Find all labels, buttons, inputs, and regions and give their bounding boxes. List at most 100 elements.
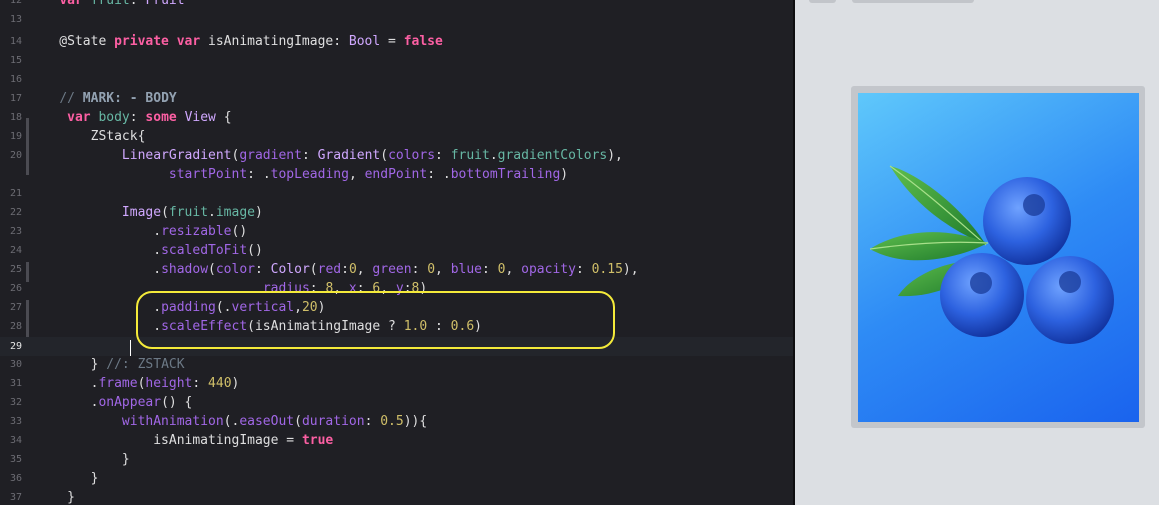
code-token: :: [411, 262, 428, 277]
code-line[interactable]: 36 }: [0, 469, 793, 488]
code-token: endPoint: [364, 167, 428, 182]
code-token: MARK: - BODY: [82, 91, 177, 106]
code-text[interactable]: ZStack{: [28, 127, 146, 146]
code-token: :: [435, 148, 451, 163]
code-text[interactable]: Image(fruit.image): [28, 203, 263, 222]
code-token: body: [98, 110, 130, 125]
code-token: 0.5: [380, 414, 404, 429]
code-text[interactable]: var body: some View {: [28, 108, 232, 127]
code-line[interactable]: 34 isAnimatingImage = true: [0, 431, 793, 450]
code-line[interactable]: 13: [0, 10, 793, 29]
code-text[interactable]: .onAppear() {: [28, 393, 193, 412]
code-line[interactable]: 32 .onAppear() {: [0, 393, 793, 412]
code-token: :: [192, 376, 209, 391]
code-text[interactable]: @State private var isAnimatingImage: Boo…: [28, 32, 443, 51]
code-token: fruit: [168, 205, 209, 220]
code-line[interactable]: 21: [0, 184, 793, 203]
code-token: isAnimatingImage:: [200, 34, 349, 49]
code-token: .: [28, 262, 162, 277]
code-token: Color: [270, 262, 310, 277]
code-editor[interactable]: 12 var fruit: Fruit 13 14 @State private v…: [0, 0, 793, 505]
code-token: image: [215, 205, 255, 220]
code-token: {: [215, 110, 232, 125]
toolbar-button[interactable]: [809, 0, 836, 3]
code-text[interactable]: LinearGradient(gradient: Gradient(colors…: [28, 146, 623, 165]
code-line[interactable]: 25 .shadow(color: Color(red:0, green: 0,…: [0, 260, 793, 279]
code-token: @State: [28, 34, 115, 49]
code-token: .: [208, 205, 216, 220]
code-line[interactable]: startPoint: .topLeading, endPoint: .bott…: [0, 165, 793, 184]
code-text[interactable]: isAnimatingImage = true: [28, 431, 333, 450]
code-text[interactable]: .frame(height: 440): [28, 374, 240, 393]
code-token: ): [560, 167, 569, 182]
code-token: (): [247, 243, 263, 258]
code-line[interactable]: 18 var body: some View {: [0, 108, 793, 127]
code-line[interactable]: 37 }: [0, 488, 793, 505]
code-text[interactable]: .resizable(): [28, 222, 247, 241]
gradient-background: [858, 93, 1139, 422]
code-text[interactable]: }: [28, 450, 130, 469]
code-line[interactable]: 14 @State private var isAnimatingImage: …: [0, 32, 793, 51]
berry-icon: [983, 177, 1071, 265]
code-line[interactable]: 24 .scaledToFit(): [0, 241, 793, 260]
code-line[interactable]: 35 }: [0, 450, 793, 469]
code-token: var: [59, 0, 83, 8]
code-token: 0: [427, 262, 436, 277]
code-token: ,: [348, 167, 365, 182]
code-token: red: [317, 262, 342, 277]
code-token: private var: [114, 34, 201, 49]
code-token: height: [145, 376, 193, 391]
line-number: 36: [9, 473, 22, 484]
code-token: ),: [607, 148, 623, 163]
line-number: 19: [9, 131, 22, 142]
code-token: colors: [388, 148, 436, 163]
code-text[interactable]: startPoint: .topLeading, endPoint: .bott…: [28, 165, 568, 184]
code-line[interactable]: 20 LinearGradient(gradient: Gradient(col…: [0, 146, 793, 165]
code-token: :: [482, 262, 498, 277]
code-token: 0: [348, 262, 357, 277]
line-number: 27: [9, 302, 22, 313]
code-text[interactable]: .scaledToFit(): [28, 241, 263, 260]
code-token: ZStack{: [28, 129, 146, 144]
code-line[interactable]: 17 // MARK: - BODY: [0, 89, 793, 108]
code-token: duration: [301, 414, 365, 429]
code-token: gradientColors: [497, 148, 608, 163]
code-token: false: [403, 34, 443, 49]
code-token: easeOut: [239, 414, 295, 429]
code-line[interactable]: 16: [0, 70, 793, 89]
line-number: 21: [9, 188, 22, 199]
code-line[interactable]: 33 withAnimation(.easeOut(duration: 0.5)…: [0, 412, 793, 431]
code-token: 0.15: [591, 262, 623, 277]
code-token: (: [208, 262, 216, 277]
code-line[interactable]: 31 .frame(height: 440): [0, 374, 793, 393]
code-line[interactable]: 30 } //: ZSTACK: [0, 355, 793, 374]
code-token: Gradient: [317, 148, 381, 163]
code-token: .: [489, 148, 498, 163]
code-token: Image: [121, 205, 162, 220]
code-token: (): [231, 224, 248, 239]
code-text[interactable]: var fruit: Fruit: [28, 0, 184, 10]
code-text[interactable]: .shadow(color: Color(red:0, green: 0, bl…: [28, 260, 638, 279]
code-token: ,: [435, 262, 451, 277]
code-line[interactable]: 22 Image(fruit.image): [0, 203, 793, 222]
code-line[interactable]: 12 var fruit: Fruit: [0, 0, 793, 10]
code-token: isAnimatingImage =: [28, 433, 302, 448]
code-text[interactable]: // MARK: - BODY: [28, 89, 177, 108]
toolbar-button[interactable]: [852, 0, 974, 3]
line-number: 24: [9, 245, 22, 256]
code-token: opacity: [521, 262, 576, 277]
code-text[interactable]: } //: ZSTACK: [28, 355, 185, 374]
code-text[interactable]: }: [28, 488, 75, 505]
code-token: (: [294, 414, 302, 429]
code-text[interactable]: withAnimation(.easeOut(duration: 0.5)){: [28, 412, 427, 431]
code-token: color: [215, 262, 255, 277]
code-token: onAppear: [98, 395, 162, 410]
code-text[interactable]: }: [28, 469, 99, 488]
code-line[interactable]: 23 .resizable(): [0, 222, 793, 241]
code-token: Bool: [348, 34, 381, 49]
code-line[interactable]: 19 ZStack{: [0, 127, 793, 146]
line-number: 12: [9, 0, 22, 6]
code-line[interactable]: 15: [0, 51, 793, 70]
